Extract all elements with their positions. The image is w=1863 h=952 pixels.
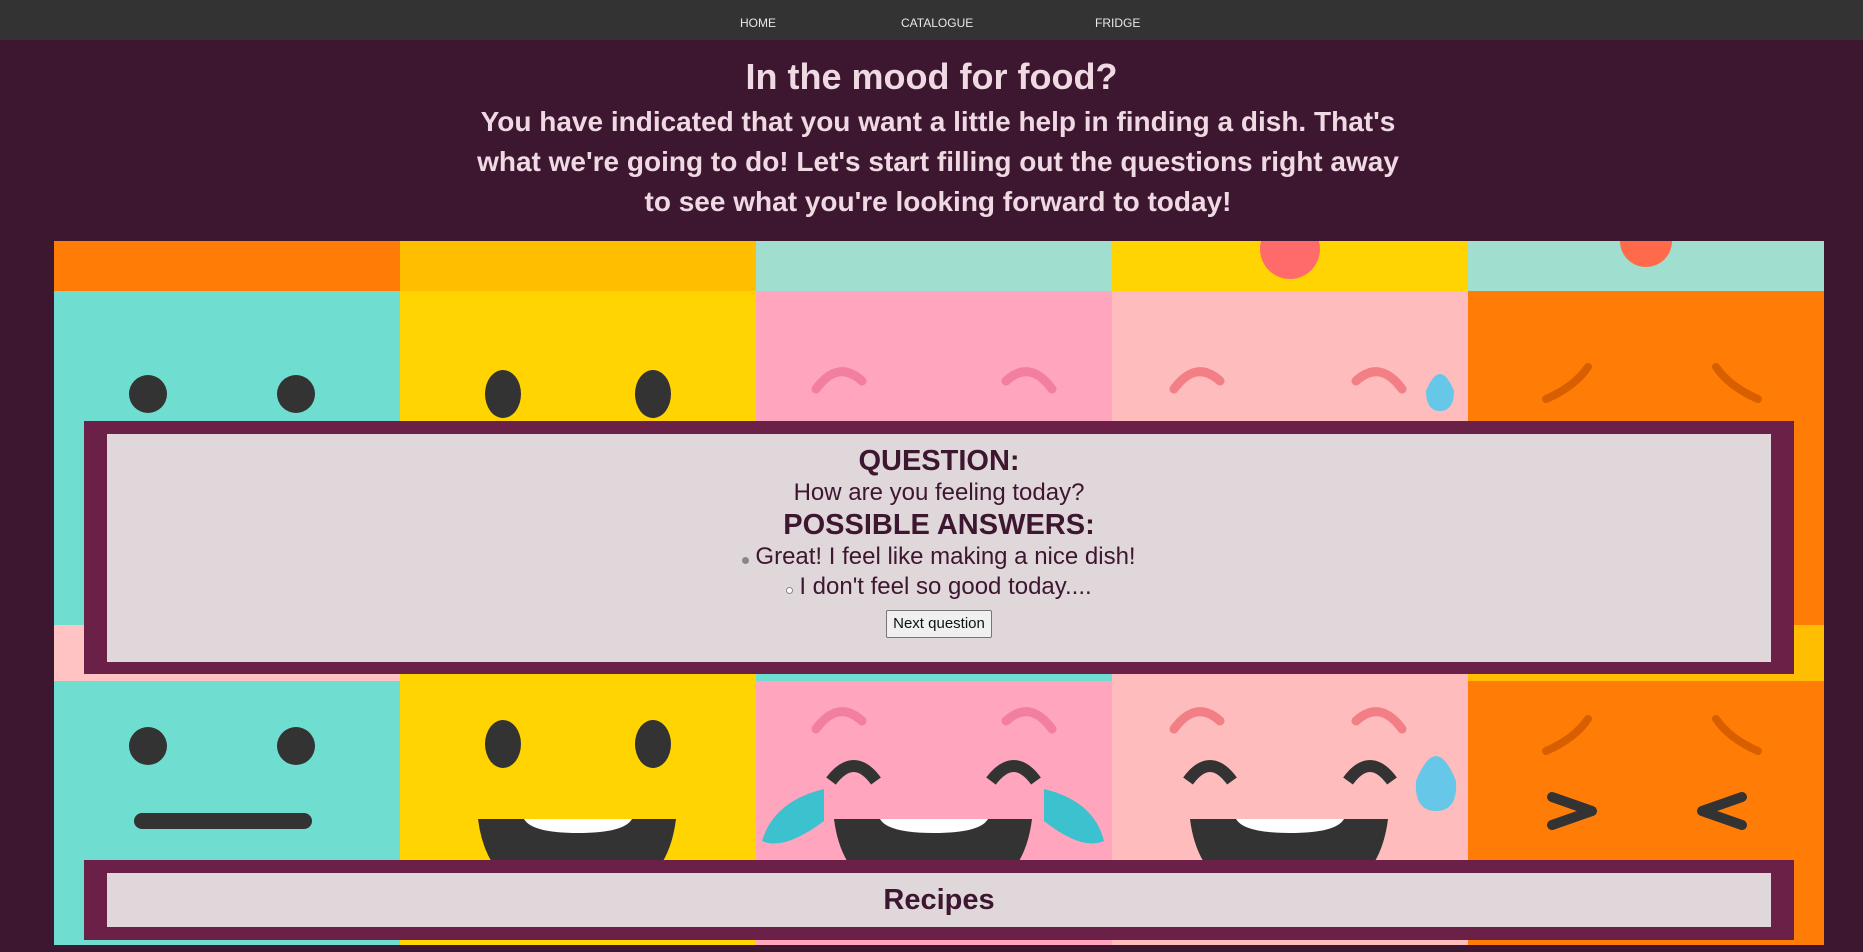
answer-radio[interactable] [786,586,794,594]
nav-catalogue-link[interactable]: CATALOGUE [901,0,973,40]
answers-heading: POSSIBLE ANSWERS: [783,509,1095,541]
nav-home-link[interactable]: HOME [740,0,776,40]
nav-fridge-link[interactable]: FRIDGE [1095,0,1140,40]
top-navbar: HOME CATALOGUE FRIDGE [0,0,1863,40]
recipes-panel: Recipes [84,860,1794,940]
question-text: How are you feeling today? [793,479,1085,506]
answer-option[interactable]: I don't feel so good today.... [107,572,1771,602]
answer-label: Great! I feel like making a nice dish! [755,543,1136,570]
answer-radio-selected[interactable] [742,556,750,564]
next-question-button[interactable]: Next question [886,610,992,638]
recipes-title: Recipes [883,884,995,916]
question-panel: QUESTION: How are you feeling today? POS… [84,421,1794,674]
answer-list: Great! I feel like making a nice dish! I… [107,542,1771,602]
page-title: In the mood for food? [745,56,1118,97]
intro-text: You have indicated that you want a littl… [477,106,1399,217]
answer-label: I don't feel so good today.... [799,573,1092,600]
recipes-card: Recipes [107,873,1771,927]
question-heading: QUESTION: [858,445,1020,477]
answer-option[interactable]: Great! I feel like making a nice dish! [107,542,1771,572]
question-card: QUESTION: How are you feeling today? POS… [107,434,1771,662]
